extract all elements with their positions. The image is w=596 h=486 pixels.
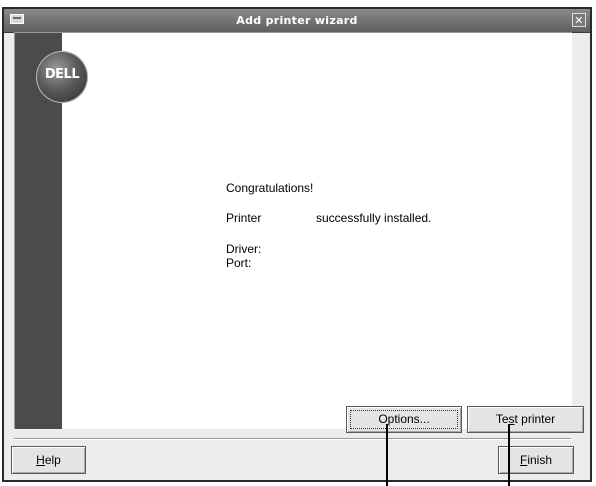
test-printer-label-suffix: t printer — [514, 412, 556, 426]
window-title: Add printer wizard — [236, 14, 358, 27]
callout-line-test-printer — [508, 424, 510, 486]
close-icon[interactable]: ✕ — [572, 13, 586, 27]
button-separator — [14, 438, 571, 440]
test-printer-label-prefix: Te — [495, 412, 509, 426]
help-accel: H — [36, 453, 45, 467]
title-bar[interactable]: Add printer wizard ✕ — [4, 9, 590, 33]
congratulations-text: Congratulations! — [226, 181, 314, 195]
help-label-rest: elp — [44, 453, 61, 467]
options-button[interactable]: Options... — [346, 406, 462, 433]
window-menu-icon[interactable] — [10, 14, 24, 24]
dell-logo: DELL — [36, 51, 88, 103]
port-label: Port: — [226, 256, 252, 270]
callout-line-options — [386, 424, 388, 486]
logo-text: DELL — [44, 67, 80, 82]
printer-status-text: successfully installed. — [316, 211, 432, 225]
help-button[interactable]: Help — [11, 446, 86, 474]
printer-label: Printer — [226, 211, 262, 225]
finish-label-rest: inish — [527, 453, 553, 467]
wizard-content-panel: DELL Congratulations! Printer successful… — [14, 32, 584, 433]
test-printer-button[interactable]: Test printer — [467, 406, 584, 433]
driver-label: Driver: — [226, 242, 262, 256]
